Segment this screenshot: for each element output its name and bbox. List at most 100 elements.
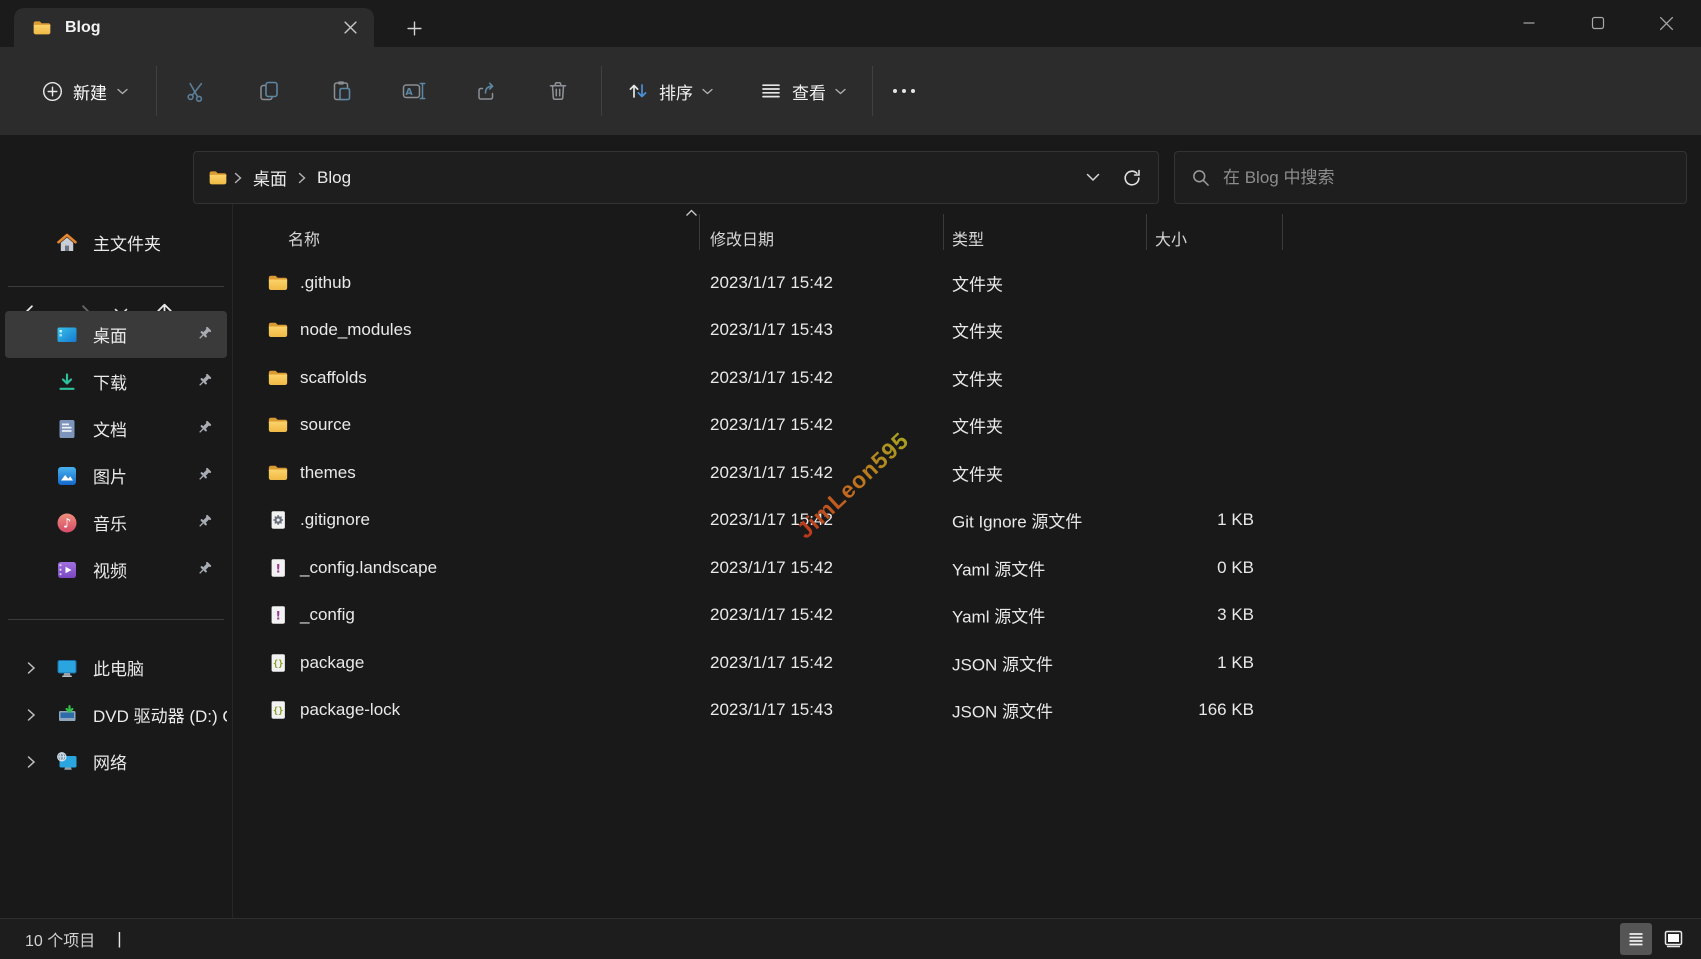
- file-name: scaffolds: [300, 368, 367, 388]
- file-row-themes[interactable]: themes 2023/1/17 15:42 文件夹: [233, 449, 1701, 497]
- column-divider[interactable]: [1146, 214, 1147, 250]
- column-divider[interactable]: [699, 214, 700, 250]
- tab-blog[interactable]: Blog: [14, 8, 374, 47]
- column-divider[interactable]: [943, 214, 944, 250]
- sidebar-item-dvd-drive[interactable]: DVD 驱动器 (D:) Cl: [5, 691, 227, 738]
- sidebar-item-music[interactable]: ♪ 音乐: [5, 499, 227, 546]
- sidebar-item-pictures[interactable]: 图片: [5, 452, 227, 499]
- svg-text:!: !: [275, 561, 280, 575]
- file-size: 166 KB: [1146, 700, 1268, 720]
- sort-arrows-icon: [626, 79, 650, 103]
- rename-icon[interactable]: A: [391, 68, 437, 114]
- search-input[interactable]: [1223, 168, 1670, 188]
- file-name: .github: [300, 273, 351, 293]
- sidebar-item-label: 图片: [93, 463, 127, 488]
- share-icon[interactable]: [463, 68, 509, 114]
- content-view-icon[interactable]: [1657, 923, 1689, 955]
- sort-button-label: 排序: [659, 79, 693, 104]
- file-name: package-lock: [300, 700, 400, 720]
- folder-icon: [267, 414, 289, 436]
- search-box[interactable]: [1174, 151, 1687, 204]
- new-tab-button[interactable]: [398, 15, 430, 41]
- pin-icon: [196, 466, 213, 488]
- file-type: JSON 源文件: [952, 698, 1053, 723]
- delete-icon[interactable]: [535, 68, 581, 114]
- sidebar-item-downloads[interactable]: 下载: [5, 358, 227, 405]
- file-row-gitignore[interactable]: .gitignore 2023/1/17 15:42 Git Ignore 源文…: [233, 497, 1701, 545]
- close-icon[interactable]: [1632, 0, 1701, 46]
- column-header-date[interactable]: 修改日期: [710, 226, 774, 250]
- more-dots-icon[interactable]: [881, 68, 927, 114]
- new-button[interactable]: 新建: [28, 70, 142, 113]
- file-row-config-landscape[interactable]: ! _config.landscape 2023/1/17 15:42 Yaml…: [233, 544, 1701, 592]
- toolbar-divider: [601, 66, 602, 116]
- column-headers: 名称 修改日期 类型 大小: [233, 204, 1701, 259]
- paste-icon[interactable]: [319, 68, 365, 114]
- file-date: 2023/1/17 15:43: [710, 320, 833, 340]
- file-name: themes: [300, 463, 356, 483]
- svg-text:A: A: [405, 87, 413, 98]
- address-dropdown-icon[interactable]: [1074, 159, 1112, 197]
- folder-icon: [267, 319, 289, 341]
- svg-text:♪: ♪: [63, 516, 71, 531]
- column-header-size[interactable]: 大小: [1155, 226, 1187, 250]
- desktop-icon: [55, 323, 79, 347]
- file-date: 2023/1/17 15:43: [710, 700, 833, 720]
- file-row-source[interactable]: source 2023/1/17 15:42 文件夹: [233, 402, 1701, 450]
- file-row-package[interactable]: {} package 2023/1/17 15:42 JSON 源文件 1 KB: [233, 639, 1701, 687]
- chevron-right-icon[interactable]: [23, 754, 39, 770]
- sidebar-item-documents[interactable]: 文档: [5, 405, 227, 452]
- file-size: 1 KB: [1146, 510, 1268, 530]
- column-header-type[interactable]: 类型: [952, 226, 984, 250]
- copy-icon[interactable]: [246, 68, 292, 114]
- tab-close-icon[interactable]: [336, 14, 364, 42]
- sidebar-item-desktop[interactable]: 桌面: [5, 311, 227, 358]
- sidebar-item-network[interactable]: 网络: [5, 738, 227, 785]
- maximize-icon[interactable]: [1563, 0, 1632, 46]
- sidebar-item-label: 下载: [93, 369, 127, 394]
- file-name: package: [300, 653, 364, 673]
- file-date: 2023/1/17 15:42: [710, 273, 833, 293]
- file-type: 文件夹: [952, 460, 1003, 485]
- json-file-icon: {}: [267, 652, 289, 674]
- details-view-icon[interactable]: [1620, 923, 1652, 955]
- file-row-package-lock[interactable]: {} package-lock 2023/1/17 15:43 JSON 源文件…: [233, 687, 1701, 735]
- sort-button[interactable]: 排序: [614, 70, 725, 113]
- chevron-right-icon[interactable]: [23, 660, 39, 676]
- column-divider[interactable]: [1282, 214, 1283, 250]
- pin-icon: [196, 325, 213, 347]
- file-type: Yaml 源文件: [952, 555, 1045, 580]
- file-type: 文件夹: [952, 413, 1003, 438]
- sidebar-item-home[interactable]: 主文件夹: [5, 219, 227, 266]
- file-size: 0 KB: [1146, 558, 1268, 578]
- refresh-icon[interactable]: [1112, 159, 1152, 197]
- file-row-github[interactable]: .github 2023/1/17 15:42 文件夹: [233, 259, 1701, 307]
- chevron-right-icon[interactable]: [23, 707, 39, 723]
- breadcrumb-desktop[interactable]: 桌面: [244, 160, 296, 195]
- breadcrumb-blog[interactable]: Blog: [308, 163, 360, 193]
- file-size: 1 KB: [1146, 653, 1268, 673]
- file-row-scaffolds[interactable]: scaffolds 2023/1/17 15:42 文件夹: [233, 354, 1701, 402]
- new-button-label: 新建: [73, 79, 107, 104]
- file-date: 2023/1/17 15:42: [710, 653, 833, 673]
- file-type: Yaml 源文件: [952, 603, 1045, 628]
- cut-icon[interactable]: [173, 68, 219, 114]
- column-header-name[interactable]: 名称: [288, 226, 320, 250]
- command-bar: 新建 A 排序: [0, 47, 1701, 135]
- navigation-pane: 主文件夹 桌面 下载: [0, 204, 233, 918]
- chevron-down-icon: [702, 88, 713, 95]
- minimize-icon[interactable]: [1494, 0, 1563, 46]
- pin-icon: [196, 419, 213, 441]
- sidebar-item-this-pc[interactable]: 此电脑: [5, 644, 227, 691]
- pin-icon: [196, 560, 213, 582]
- file-explorer-window: Blog 新建: [0, 0, 1701, 959]
- view-button[interactable]: 查看: [747, 70, 858, 113]
- pin-icon: [196, 513, 213, 535]
- sidebar-item-videos[interactable]: 视频: [5, 546, 227, 593]
- svg-text:{}: {}: [273, 659, 283, 669]
- file-date: 2023/1/17 15:42: [710, 463, 833, 483]
- address-bar[interactable]: 桌面 Blog: [193, 151, 1159, 204]
- sidebar-item-label: 网络: [93, 749, 127, 774]
- file-row-node-modules[interactable]: node_modules 2023/1/17 15:43 文件夹: [233, 307, 1701, 355]
- file-row-config[interactable]: ! _config 2023/1/17 15:42 Yaml 源文件 3 KB: [233, 592, 1701, 640]
